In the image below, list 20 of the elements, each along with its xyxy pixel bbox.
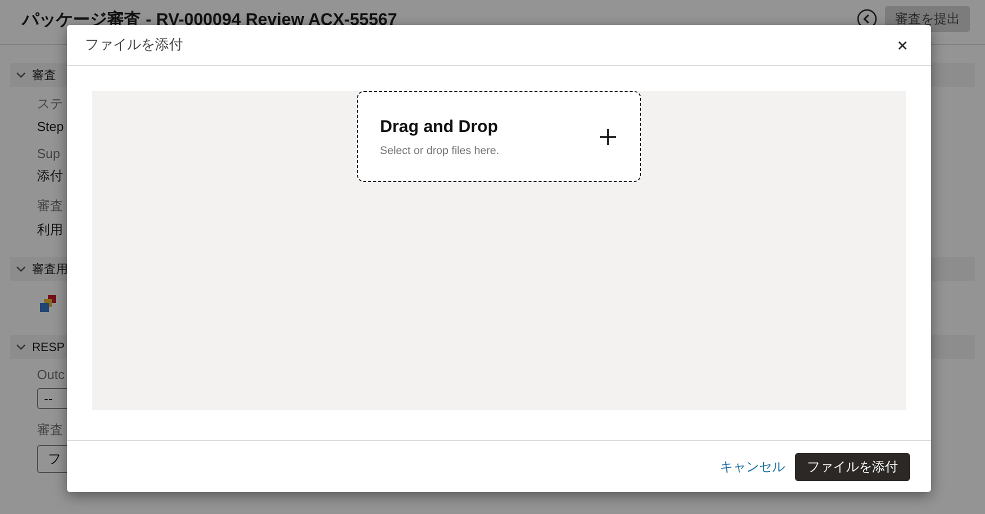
field-value: 利用 xyxy=(37,221,63,239)
field-value: 添付 xyxy=(37,167,63,185)
field-label: ステ xyxy=(37,95,63,113)
section-title: 審査用 xyxy=(32,260,68,278)
drop-zone[interactable]: Drag and Drop Select or drop files here. xyxy=(357,91,641,182)
field-label: 審査 xyxy=(37,421,63,439)
close-icon[interactable] xyxy=(898,40,907,50)
field-value: Step xyxy=(37,119,64,134)
plus-icon xyxy=(600,128,616,144)
section-title: RESP xyxy=(32,340,65,354)
drop-zone-title: Drag and Drop xyxy=(380,116,500,136)
dialog-title: ファイルを添付 xyxy=(85,36,183,54)
cancel-link[interactable]: キャンセル xyxy=(720,458,785,476)
section-title: 審査 xyxy=(32,66,56,84)
field-label: Outc xyxy=(37,367,64,382)
field-label: Sup xyxy=(37,146,60,161)
field-label: 審査 xyxy=(37,197,63,215)
drop-zone-hint: Select or drop files here. xyxy=(380,144,500,156)
attach-file-button[interactable]: ファイルを添付 xyxy=(795,452,910,480)
stacked-squares-icon[interactable] xyxy=(39,295,57,313)
